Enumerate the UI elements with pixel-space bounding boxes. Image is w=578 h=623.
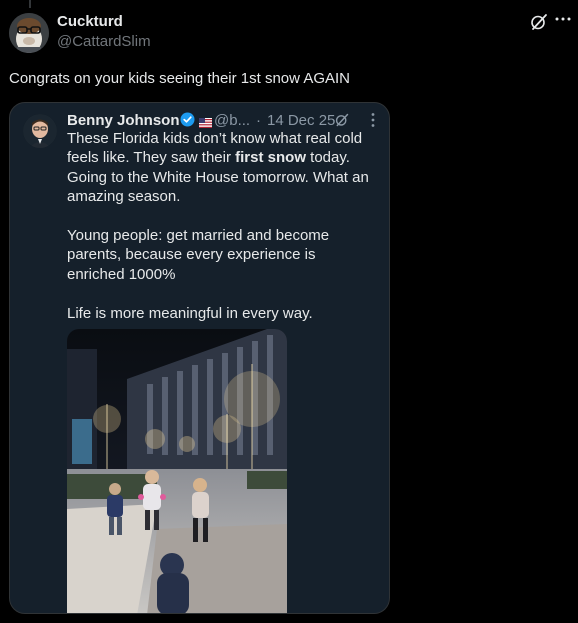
quoted-text-line: Life is more meaningful in every way.: [67, 304, 313, 322]
author-avatar[interactable]: [9, 13, 49, 53]
verified-badge-icon: [180, 112, 195, 127]
quoted-text-line: Young people: get married and become: [67, 227, 330, 244]
quoted-post-date[interactable]: 14 Dec 25: [267, 112, 335, 130]
more-icon[interactable]: [367, 112, 379, 128]
quoted-author-handle[interactable]: @b...: [214, 112, 250, 130]
flag-icon: [199, 115, 212, 128]
quoted-text-line: parents, because every experience is: [67, 246, 316, 264]
quoted-text-line: feels like. They saw their first snow to…: [67, 148, 350, 167]
quoted-author-name[interactable]: Benny Johnson: [67, 112, 180, 130]
quoted-text-line: Going to the White House tomorrow. What …: [67, 168, 369, 186]
more-icon[interactable]: [554, 10, 572, 28]
quoted-text-line: These Florida kids don’t know what real …: [67, 130, 363, 147]
quoted-text-line: amazing season.: [67, 188, 181, 206]
quoted-text-bold: first snow: [235, 149, 306, 167]
quoted-text-segment: today.: [305, 149, 350, 167]
quoted-author-avatar[interactable]: [23, 114, 57, 148]
quoted-media-video[interactable]: [67, 329, 287, 613]
grok-icon[interactable]: [530, 13, 548, 31]
quoted-text-segment: feels like. They saw their: [67, 149, 236, 167]
quoted-post-card[interactable]: Benny Johnson @b... · 14 Dec 25 These Fl…: [9, 102, 390, 614]
separator-dot: ·: [256, 112, 261, 129]
post-text: Congrats on your kids seeing their 1st s…: [9, 70, 351, 87]
author-name[interactable]: Cuckturd: [57, 13, 123, 31]
quoted-text-line: enriched 1000%: [67, 265, 176, 283]
grok-icon[interactable]: [335, 113, 349, 127]
thread-connector-line: [29, 0, 31, 8]
author-handle[interactable]: @CattardSlim: [57, 33, 151, 51]
